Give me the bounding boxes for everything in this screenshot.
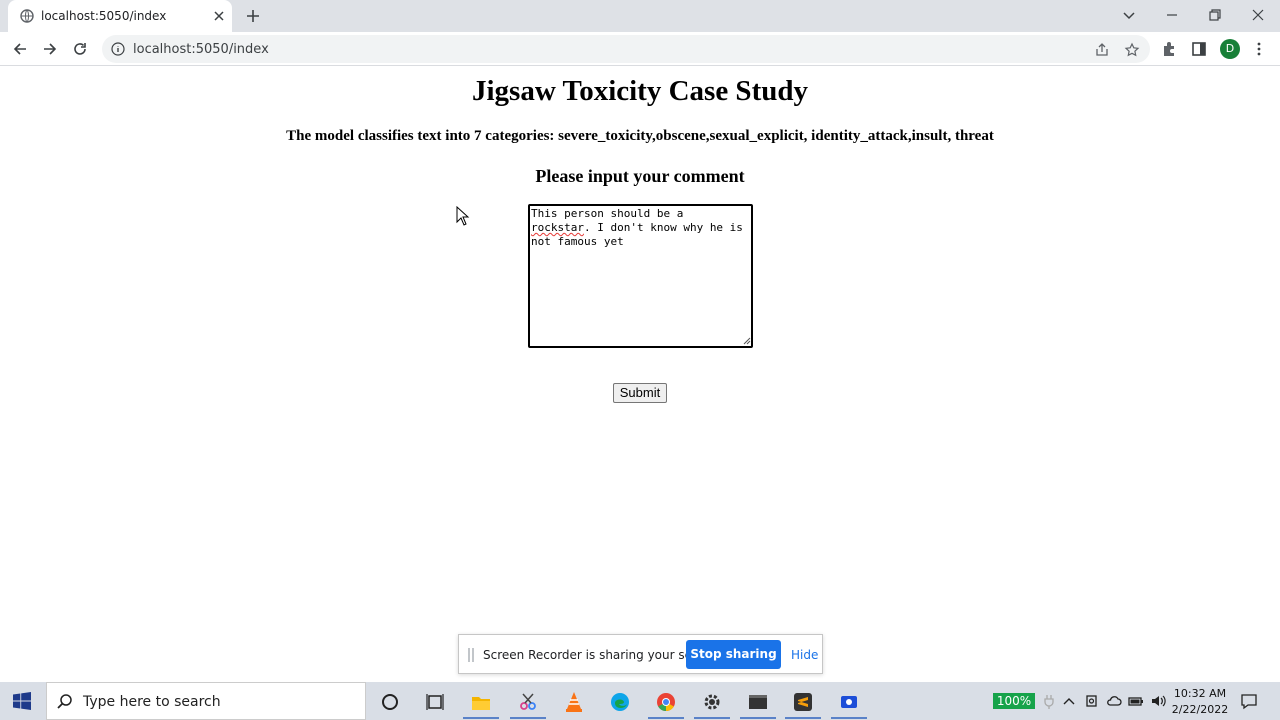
screen-recorder-icon[interactable] <box>838 691 860 713</box>
textarea-resize-handle[interactable] <box>743 337 751 345</box>
notification-icon[interactable] <box>1240 692 1258 710</box>
comment-text-line1: This person should be a <box>531 207 684 220</box>
file-explorer-icon[interactable] <box>470 691 492 713</box>
chevron-up-icon[interactable] <box>1061 693 1077 709</box>
tab-title: localhost:5050/index <box>41 9 167 23</box>
windows-start-icon[interactable] <box>13 692 31 710</box>
edge-icon[interactable] <box>609 691 631 713</box>
bookmark-star-icon[interactable] <box>1124 42 1140 58</box>
share-icon[interactable] <box>1094 42 1110 58</box>
reload-icon[interactable] <box>71 40 89 58</box>
clock-time: 10:32 AM <box>1173 687 1227 700</box>
comment-textarea[interactable]: This person should be a rockstar. I don't… <box>528 204 753 348</box>
volume-icon[interactable] <box>1150 693 1166 709</box>
model-description: The model classifies text into 7 categor… <box>286 128 994 144</box>
battery-icon[interactable] <box>1128 693 1144 709</box>
terminal-icon[interactable] <box>747 691 769 713</box>
chrome-icon[interactable] <box>655 691 677 713</box>
running-indicator <box>785 717 821 719</box>
system-clock[interactable]: 10:32 AM 2/22/2022 <box>1168 686 1232 718</box>
running-indicator <box>694 717 730 719</box>
tab-strip: localhost:5050/index <box>0 0 1280 32</box>
close-window-icon[interactable] <box>1249 6 1267 24</box>
drag-handle-icon[interactable] <box>468 648 474 662</box>
meet-now-icon[interactable] <box>1084 693 1100 709</box>
taskbar-search-box[interactable]: Type here to search <box>46 682 366 720</box>
running-indicator <box>463 717 499 719</box>
screen-share-bar: Screen Recorder is sharing your screen. … <box>458 634 823 674</box>
vlc-icon[interactable] <box>563 691 585 713</box>
new-tab-icon[interactable] <box>244 7 262 25</box>
globe-icon <box>20 9 34 23</box>
power-plug-icon <box>1044 695 1054 709</box>
battery-percentage[interactable]: 100% <box>993 693 1035 709</box>
site-info-icon[interactable] <box>111 42 125 56</box>
sublime-text-icon[interactable] <box>792 691 814 713</box>
submit-button[interactable]: Submit <box>613 383 667 403</box>
tab-search-icon[interactable] <box>1120 6 1138 24</box>
browser-tab[interactable]: localhost:5050/index <box>8 0 232 32</box>
close-tab-icon[interactable] <box>211 8 227 24</box>
back-icon[interactable] <box>11 40 29 58</box>
running-indicator <box>648 717 684 719</box>
side-panel-icon[interactable] <box>1190 40 1208 58</box>
stop-sharing-button[interactable]: Stop sharing <box>686 640 781 669</box>
menu-icon[interactable] <box>1250 40 1268 58</box>
extensions-icon[interactable] <box>1160 40 1178 58</box>
profile-avatar[interactable]: D <box>1220 39 1240 59</box>
onedrive-cloud-icon[interactable] <box>1106 693 1122 709</box>
browser-toolbar: localhost:5050/index <box>0 32 1280 66</box>
running-indicator <box>510 717 546 719</box>
snipping-tool-icon[interactable] <box>517 691 539 713</box>
url-text: localhost:5050/index <box>133 42 269 57</box>
windows-taskbar: Type here to search 100% 10:32 AM 2/22/2… <box>0 682 1280 720</box>
clock-date: 2/22/2022 <box>1171 703 1229 716</box>
hide-button[interactable]: Hide <box>791 648 818 662</box>
mouse-cursor-icon <box>456 206 470 226</box>
running-indicator <box>740 717 776 719</box>
page-content: Jigsaw Toxicity Case Study The model cla… <box>0 67 1280 632</box>
search-placeholder: Type here to search <box>83 694 221 710</box>
settings-gear-icon[interactable] <box>701 691 723 713</box>
task-view-icon[interactable] <box>424 691 446 713</box>
forward-icon[interactable] <box>41 40 59 58</box>
search-icon <box>57 694 72 709</box>
running-indicator <box>831 717 867 719</box>
page-title: Jigsaw Toxicity Case Study <box>472 75 808 107</box>
input-prompt: Please input your comment <box>535 166 745 186</box>
address-bar[interactable]: localhost:5050/index <box>102 35 1150 63</box>
minimize-icon[interactable] <box>1163 6 1181 24</box>
restore-icon[interactable] <box>1206 6 1224 24</box>
comment-misspelled-word: rockstar <box>531 221 584 234</box>
cortana-icon[interactable] <box>379 691 401 713</box>
